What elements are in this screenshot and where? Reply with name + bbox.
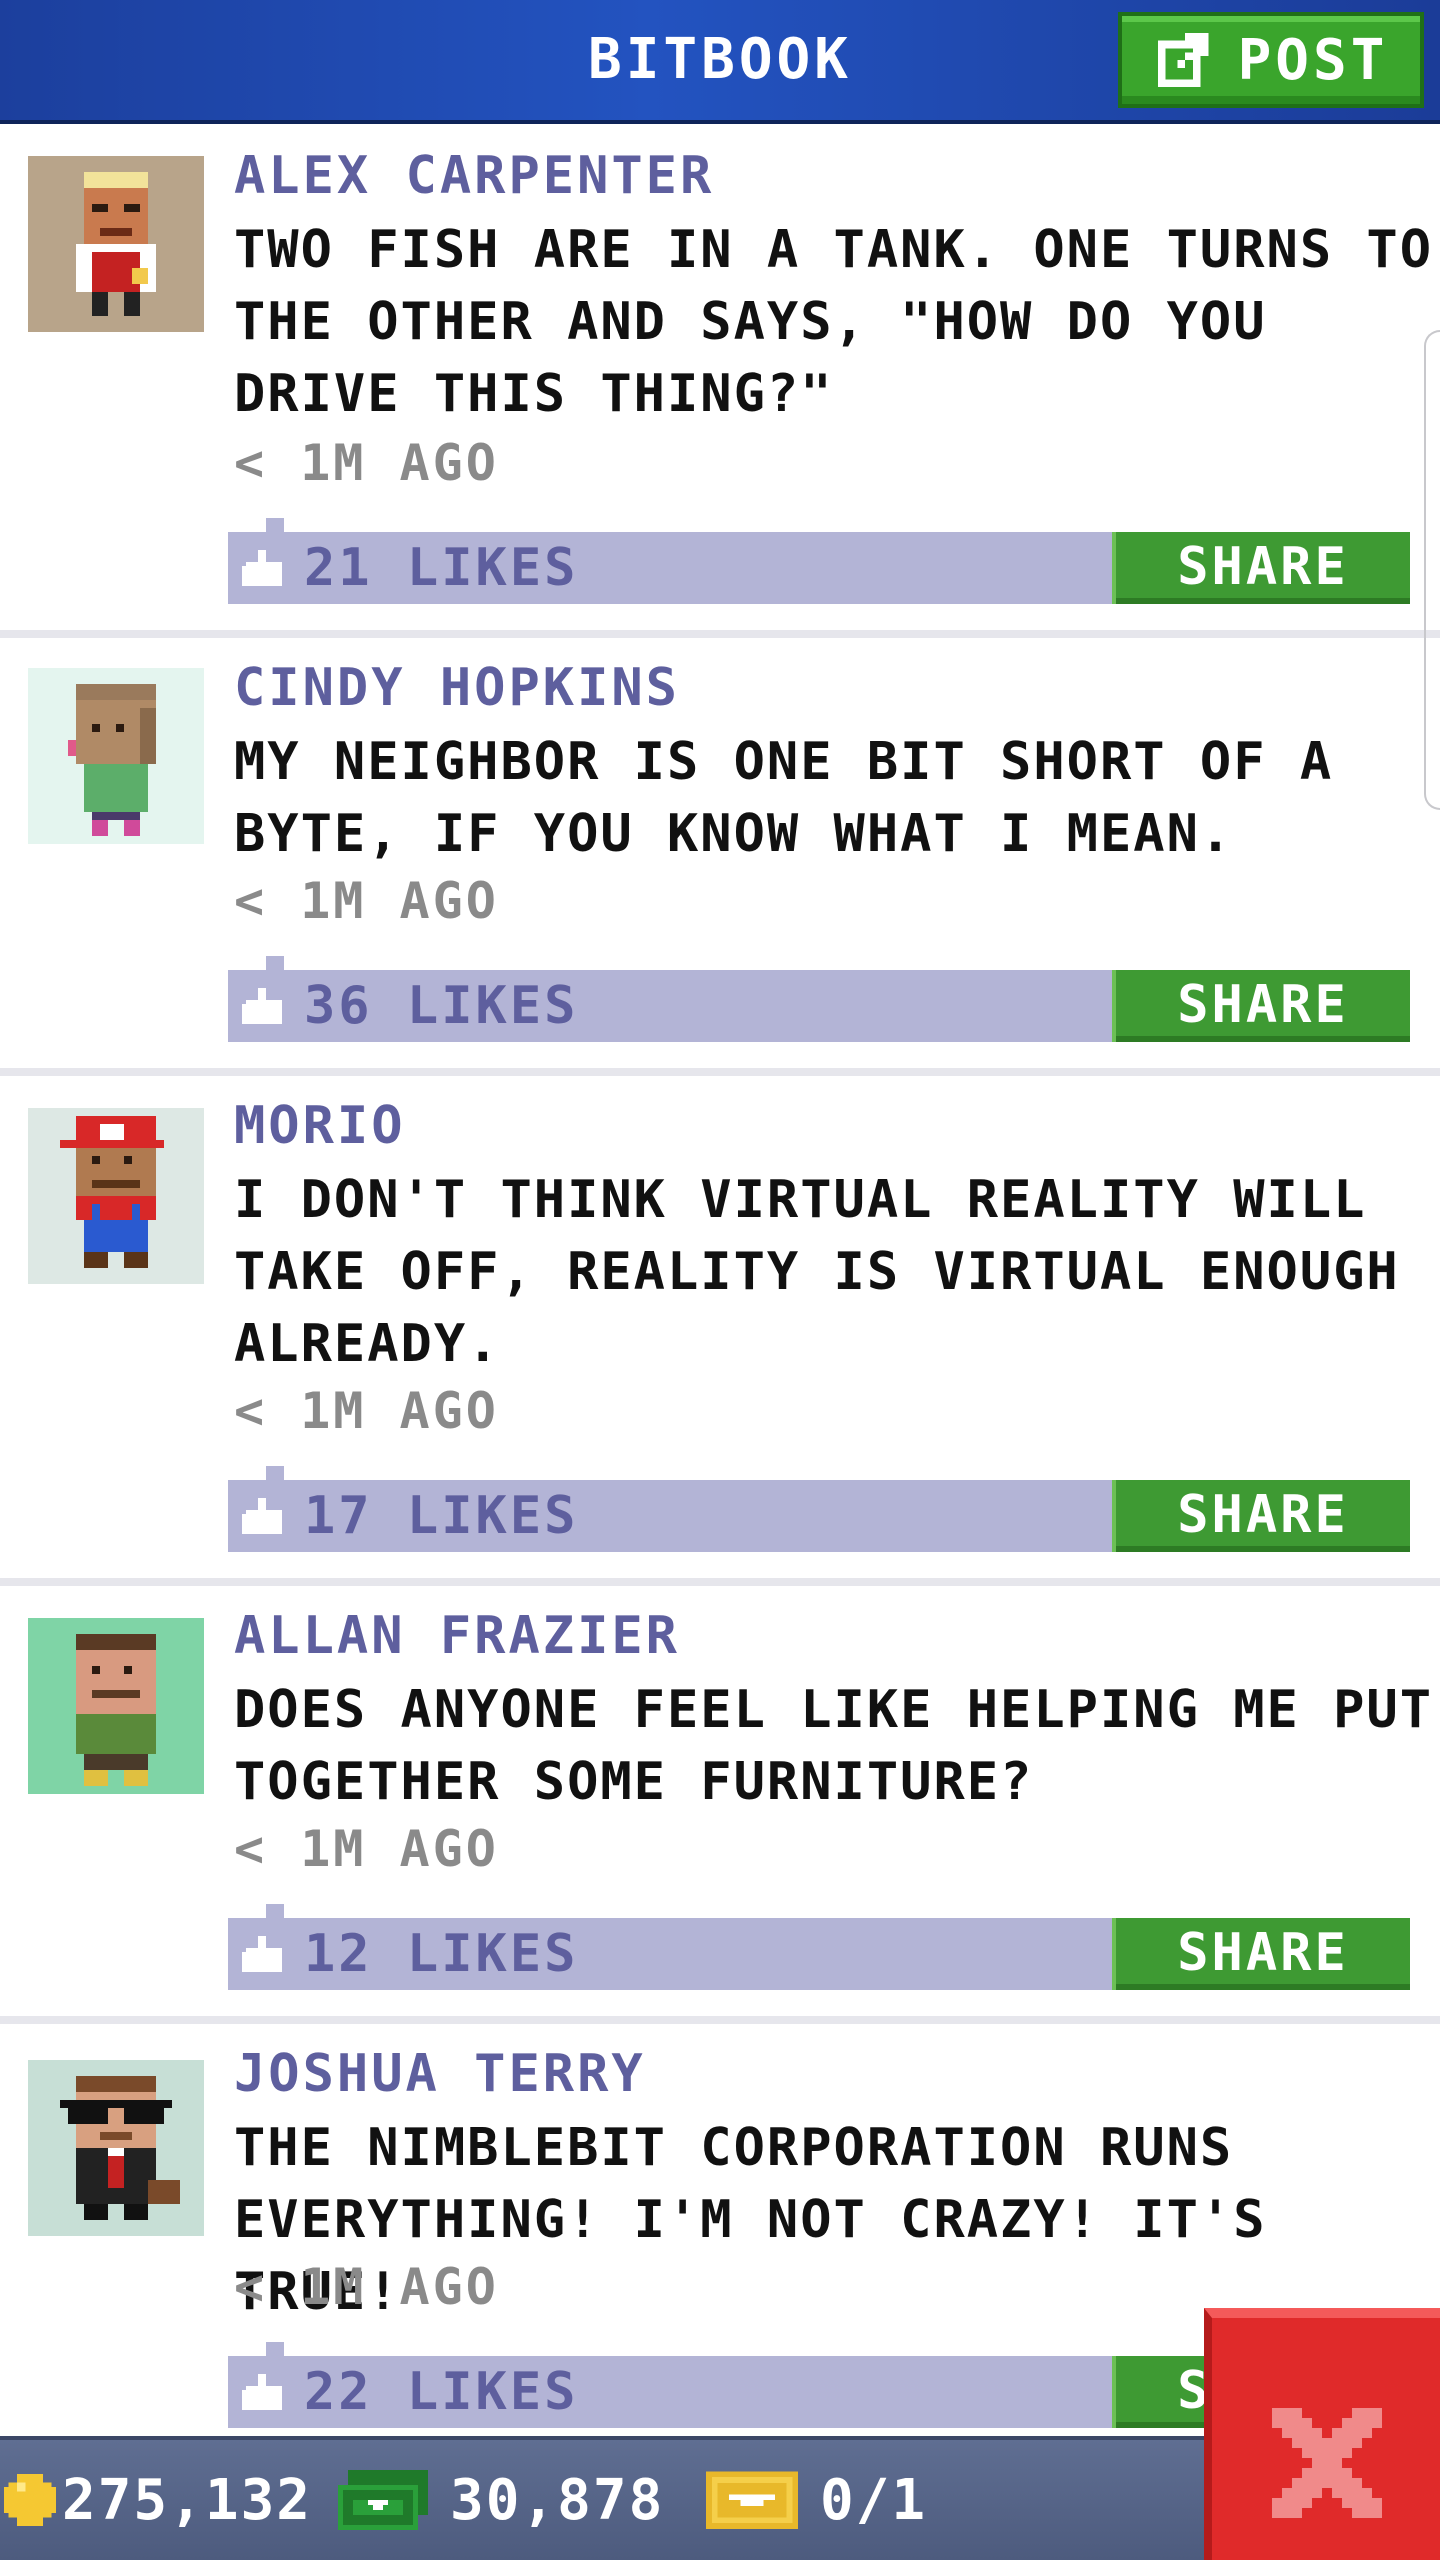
- likes-count: 21 LIKES: [304, 538, 579, 598]
- likes-count: 12 LIKES: [304, 1924, 579, 1984]
- avatar-joshua-terry: [28, 2060, 204, 2236]
- thumbs-up-icon[interactable]: [242, 2374, 286, 2414]
- likes-bar: 17 LIKES SHARE: [228, 1466, 1410, 1552]
- post-author[interactable]: ALEX CARPENTER: [234, 146, 714, 206]
- likes-count: 36 LIKES: [304, 976, 579, 1036]
- header-bar: BITBOOK POST: [0, 0, 1440, 124]
- coin-icon: [4, 2474, 56, 2526]
- bux-value: 30,878: [450, 2467, 665, 2533]
- avatar: [28, 2060, 204, 2236]
- likes-count: 17 LIKES: [304, 1486, 579, 1546]
- compose-icon: [1157, 32, 1208, 88]
- bux-icon: [338, 2470, 428, 2530]
- post-author[interactable]: MORIO: [234, 1096, 406, 1156]
- tickets-value: 0/1: [820, 2467, 928, 2533]
- ticket-icon: [706, 2471, 798, 2529]
- post-message: I DON'T THINK VIRTUAL REALITY WILL TAKE …: [234, 1170, 1400, 1374]
- bitbook-screen: BITBOOK POST ALEX CARPENTER TWO FISH ARE…: [0, 0, 1440, 2560]
- post-divider: [0, 630, 1440, 638]
- thumbs-up-icon[interactable]: [242, 1936, 286, 1976]
- avatar-alex-carpenter: [28, 156, 204, 332]
- close-button[interactable]: [1204, 2308, 1440, 2560]
- likes-bar: 21 LIKES SHARE: [228, 518, 1410, 604]
- avatar: [28, 668, 204, 844]
- post-time: < 1M AGO: [234, 872, 499, 930]
- thumbs-up-icon[interactable]: [242, 1498, 286, 1538]
- post-message: DOES ANYONE FEEL LIKE HELPING ME PUT TOG…: [234, 1680, 1434, 1812]
- post-author[interactable]: JOSHUA TERRY: [234, 2044, 646, 2104]
- share-button[interactable]: SHARE: [1112, 1918, 1410, 1990]
- post-message: MY NEIGHBOR IS ONE BIT SHORT OF A BYTE, …: [234, 732, 1334, 864]
- post-time: < 1M AGO: [234, 1820, 499, 1878]
- post-divider: [0, 1578, 1440, 1586]
- avatar-morio: [28, 1108, 204, 1284]
- bux-stat: 30,878: [338, 2440, 664, 2560]
- avatar: [28, 156, 204, 332]
- post-divider: [0, 2016, 1440, 2024]
- coins-value: 275,132: [62, 2467, 313, 2533]
- share-button[interactable]: SHARE: [1112, 970, 1410, 1042]
- share-button[interactable]: SHARE: [1112, 532, 1410, 604]
- avatar: [28, 1108, 204, 1284]
- coins-stat: 275,132: [4, 2440, 312, 2560]
- share-button[interactable]: SHARE: [1112, 1480, 1410, 1552]
- avatar-cindy-hopkins: [28, 668, 204, 844]
- post-button[interactable]: POST: [1118, 12, 1424, 108]
- post-message: TWO FISH ARE IN A TANK. ONE TURNS TO THE…: [234, 220, 1434, 424]
- likes-bar: 12 LIKES SHARE: [228, 1904, 1410, 1990]
- tickets-stat: 0/1: [706, 2440, 927, 2560]
- thumbs-up-icon[interactable]: [242, 988, 286, 1028]
- close-icon: [1272, 2408, 1382, 2518]
- avatar: [28, 1618, 204, 1794]
- post-author[interactable]: ALLAN FRAZIER: [234, 1606, 680, 1666]
- likes-count: 22 LIKES: [304, 2362, 579, 2422]
- post-button-label: POST: [1237, 27, 1389, 93]
- post-time: < 1M AGO: [234, 2258, 499, 2316]
- scroll-indicator[interactable]: [1424, 330, 1440, 810]
- thumbs-up-icon[interactable]: [242, 550, 286, 590]
- avatar-allan-frazier: [28, 1618, 204, 1794]
- likes-bar: 36 LIKES SHARE: [228, 956, 1410, 1042]
- post-time: < 1M AGO: [234, 1382, 499, 1440]
- post-time: < 1M AGO: [234, 434, 499, 492]
- post-divider: [0, 1068, 1440, 1076]
- post-author[interactable]: CINDY HOPKINS: [234, 658, 680, 718]
